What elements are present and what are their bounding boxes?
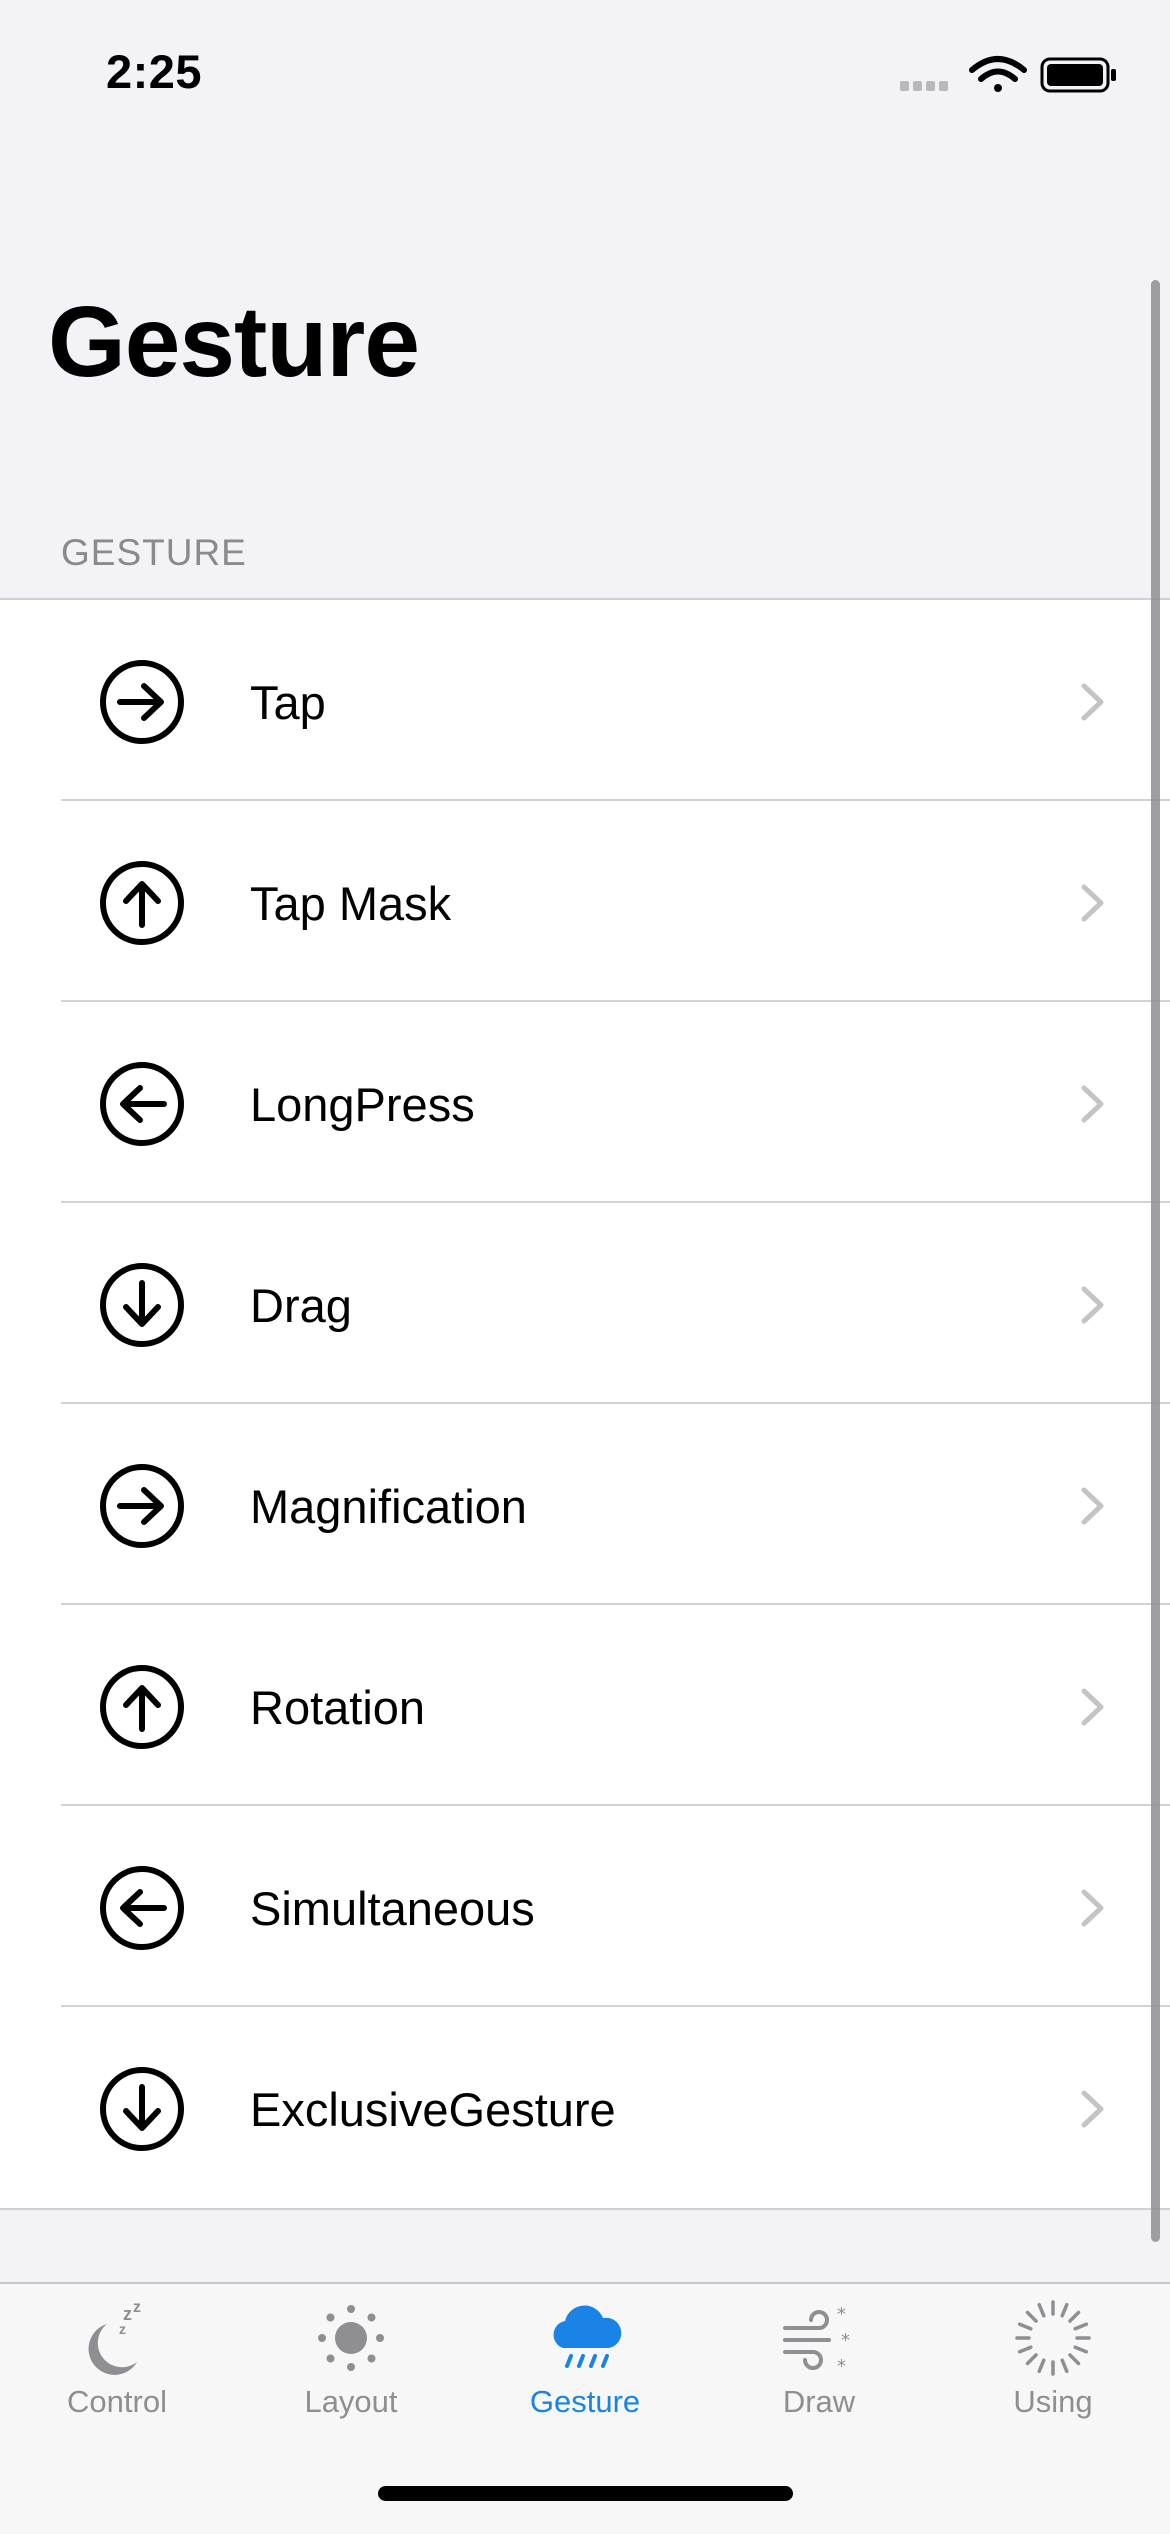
arrow-right-circle-icon	[100, 1464, 184, 1548]
tab-label: Layout	[304, 2384, 398, 2419]
tab-label: Using	[1013, 2384, 1093, 2419]
list-item-label: Rotation	[250, 1681, 426, 1734]
status-icons	[900, 50, 1120, 100]
arrow-left-circle-icon	[100, 1062, 184, 1146]
arrow-up-circle-icon	[100, 1665, 184, 1749]
list-item-label: Tap Mask	[250, 877, 452, 930]
chevron-right-icon	[1081, 1688, 1104, 1726]
svg-text:z: z	[119, 2321, 126, 2337]
gesture-list: Tap Tap Mask LongPress Drag Magnificatio…	[0, 598, 1170, 2210]
list-item-label: ExclusiveGesture	[250, 2083, 616, 2136]
arrow-down-circle-icon	[100, 1263, 184, 1347]
svg-text:*: *	[841, 2330, 850, 2351]
list-item-longpress[interactable]: LongPress	[0, 1002, 1170, 1203]
tab-layout[interactable]: Layout	[234, 2284, 468, 2444]
chevron-right-icon	[1081, 884, 1104, 922]
chevron-right-icon	[1081, 1889, 1104, 1927]
tab-draw[interactable]: * * * Draw	[702, 2284, 936, 2444]
tab-control[interactable]: z z z Control	[0, 2284, 234, 2444]
tab-label: Gesture	[529, 2384, 641, 2419]
chevron-right-icon	[1081, 2090, 1104, 2128]
wind-snow-icon: * * *	[783, 2304, 850, 2377]
list-item-label: Magnification	[250, 1480, 527, 1533]
list-item-label: LongPress	[250, 1078, 475, 1131]
list-item-drag[interactable]: Drag	[0, 1203, 1170, 1404]
svg-text:*: *	[837, 2356, 846, 2377]
sun-icon	[318, 2305, 384, 2371]
page-title: Gesture	[48, 286, 420, 398]
list-item-magnification[interactable]: Magnification	[0, 1404, 1170, 1605]
moon-zzz-icon: z z z	[88, 2299, 141, 2375]
list-item-exclusivegesture[interactable]: ExclusiveGesture	[0, 2007, 1170, 2208]
chevron-right-icon	[1081, 1286, 1104, 1324]
list-item-label: Simultaneous	[250, 1882, 535, 1935]
list-item-label: Tap	[250, 676, 326, 729]
signal-icon	[900, 81, 948, 91]
arrow-up-circle-icon	[100, 861, 184, 945]
chevron-right-icon	[1081, 1487, 1104, 1525]
svg-text:z: z	[133, 2299, 141, 2316]
arrow-down-circle-icon	[100, 2067, 184, 2151]
wifi-icon	[969, 56, 1027, 92]
arrow-left-circle-icon	[100, 1866, 184, 1950]
activity-spinner-icon	[1015, 2300, 1091, 2376]
list-item-simultaneous[interactable]: Simultaneous	[0, 1806, 1170, 2007]
section-header: GESTURE	[61, 532, 247, 573]
cloud-rain-icon	[553, 2305, 622, 2368]
list-item-label: Drag	[250, 1279, 352, 1332]
chevron-right-icon	[1081, 1085, 1104, 1123]
tab-gesture[interactable]: Gesture	[468, 2284, 702, 2444]
chevron-right-icon	[1081, 683, 1104, 721]
status-time: 2:25	[106, 45, 203, 98]
arrow-right-circle-icon	[100, 660, 184, 744]
tab-label: Draw	[782, 2384, 856, 2419]
svg-text:*: *	[837, 2304, 846, 2325]
list-item-tap[interactable]: Tap	[0, 600, 1170, 801]
list-item-tap-mask[interactable]: Tap Mask	[0, 801, 1170, 1002]
tab-label: Control	[67, 2384, 167, 2419]
tab-using[interactable]: Using	[936, 2284, 1170, 2444]
home-indicator[interactable]	[378, 2486, 793, 2501]
battery-icon	[1040, 57, 1116, 93]
list-item-rotation[interactable]: Rotation	[0, 1605, 1170, 1806]
status-bar: 2:25	[0, 0, 1170, 150]
scroll-indicator[interactable]	[1151, 280, 1160, 2242]
